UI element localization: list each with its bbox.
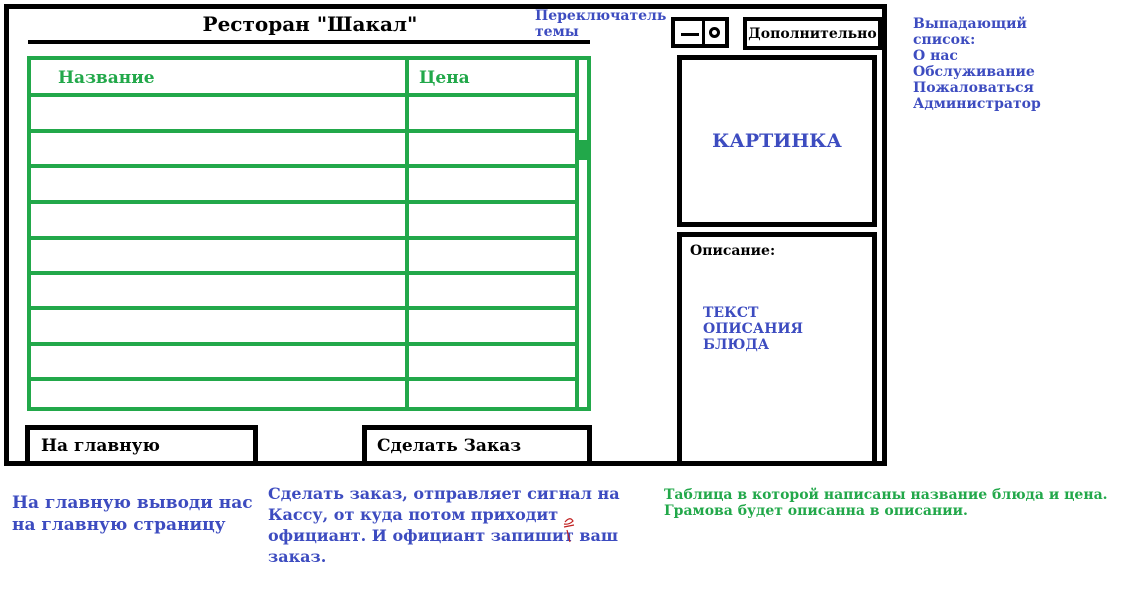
dish-description-panel: Описание: ТЕКСТ ОПИСАНИЯ БЛЮДА xyxy=(677,232,877,466)
column-divider xyxy=(405,60,409,407)
more-button[interactable]: Дополнительно xyxy=(743,17,882,50)
theme-switch-annotation: Переключатель темы xyxy=(535,8,667,40)
menu-table[interactable]: Название Цена xyxy=(27,56,591,411)
table-row[interactable] xyxy=(31,236,577,240)
dropdown-annotation-line: О нас xyxy=(913,48,958,64)
column-header-price: Цена xyxy=(419,68,470,88)
table-row[interactable] xyxy=(31,342,577,346)
table-row[interactable] xyxy=(31,306,577,310)
table-annotation: Таблица в которой написаны название блюд… xyxy=(664,487,1108,519)
description-text: ТЕКСТ ОПИСАНИЯ БЛЮДА xyxy=(703,305,803,353)
dropdown-annotation-line: Выпадающий xyxy=(913,16,1027,32)
place-order-button[interactable]: Сделать Заказ xyxy=(362,425,592,466)
description-label: Описание: xyxy=(690,243,776,259)
table-row[interactable] xyxy=(31,164,577,168)
table-row[interactable] xyxy=(31,271,577,275)
circle-icon xyxy=(709,27,720,38)
table-row[interactable] xyxy=(31,93,577,97)
title-underline xyxy=(28,40,590,44)
order-annotation: Сделать заказ, отправляет сигнал на Касс… xyxy=(268,484,620,566)
table-row[interactable] xyxy=(31,129,577,133)
page-title: Ресторан "Шакал" xyxy=(202,12,418,36)
table-row[interactable] xyxy=(31,377,577,381)
scrollbar-track[interactable] xyxy=(575,60,579,407)
dropdown-annotation-line: Пожаловаться xyxy=(913,80,1034,96)
dropdown-annotation-line: Администратор xyxy=(913,96,1041,112)
toggle-separator xyxy=(702,21,705,44)
handwritten-correction-mark xyxy=(563,518,575,543)
home-annotation: На главную выводи нас на главную страниц… xyxy=(12,493,253,535)
scrollbar-thumb[interactable] xyxy=(577,140,589,160)
table-row[interactable] xyxy=(31,200,577,204)
theme-toggle[interactable] xyxy=(671,17,729,48)
dropdown-annotation-line: список: xyxy=(913,32,976,48)
dropdown-annotation-line: Обслуживание xyxy=(913,64,1035,80)
dish-picture: КАРТИНКА xyxy=(677,55,877,227)
column-header-name: Название xyxy=(58,68,155,88)
dropdown-annotation: Выпадающий список: О нас Обслуживание По… xyxy=(913,16,1041,112)
minus-icon xyxy=(681,33,699,36)
home-button[interactable]: На главную xyxy=(25,425,258,466)
